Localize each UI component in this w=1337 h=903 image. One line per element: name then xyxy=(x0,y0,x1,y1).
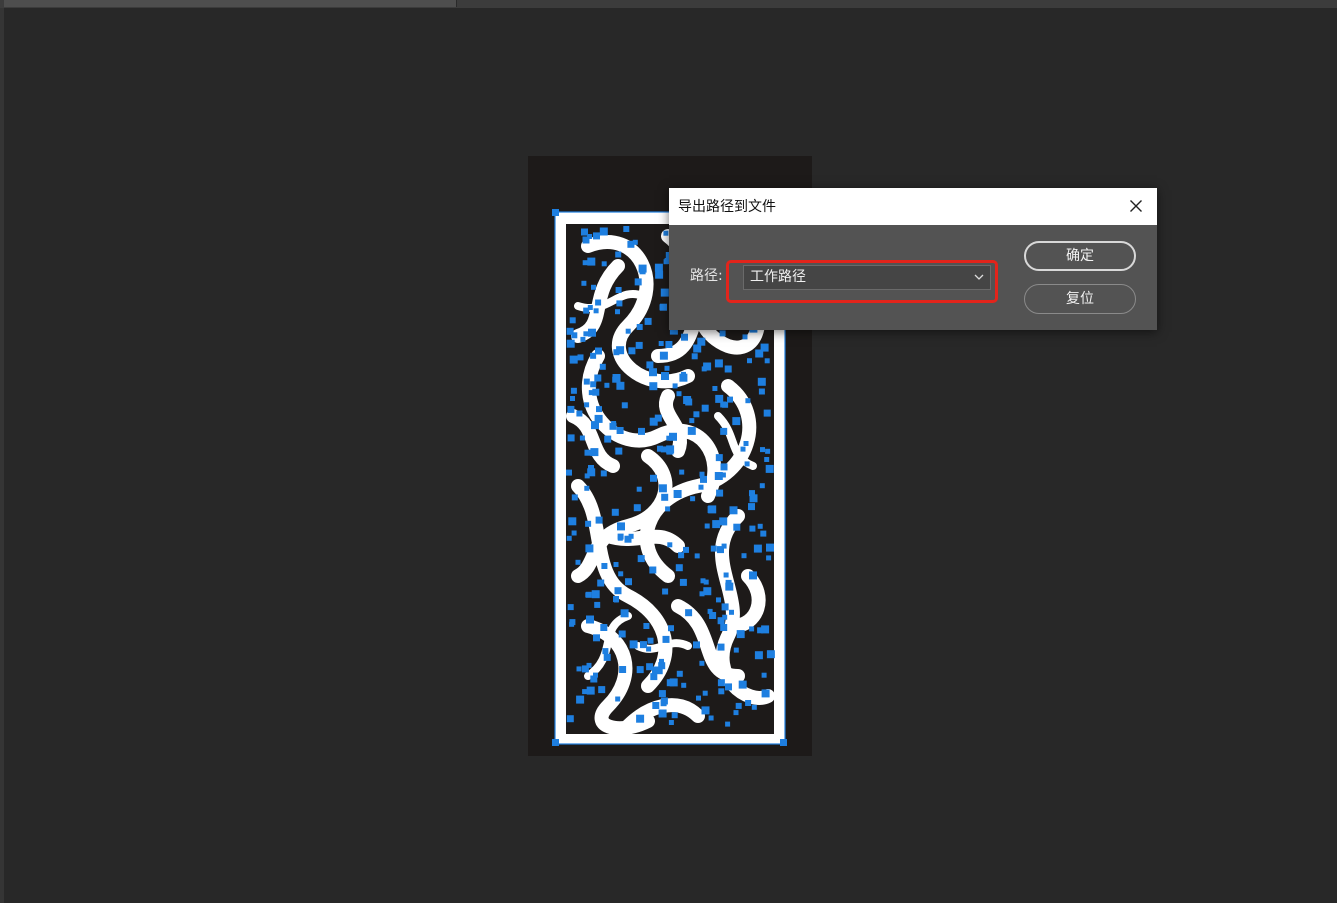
dialog-titlebar[interactable]: 导出路径到文件 xyxy=(669,188,1157,225)
path-select-value: 工作路径 xyxy=(750,269,806,285)
chevron-down-icon xyxy=(974,274,984,280)
path-select[interactable]: 工作路径 xyxy=(743,265,991,290)
document-tab-bar xyxy=(0,0,1337,8)
export-paths-dialog: 导出路径到文件 路径: 工作路径 确定 复位 xyxy=(669,188,1157,330)
document-tab[interactable] xyxy=(4,0,457,7)
close-button[interactable] xyxy=(1124,194,1148,218)
dialog-title: 导出路径到文件 xyxy=(678,199,776,215)
ok-button[interactable]: 确定 xyxy=(1024,241,1136,271)
close-icon xyxy=(1130,200,1142,212)
reset-button[interactable]: 复位 xyxy=(1024,284,1136,314)
path-label: 路径: xyxy=(690,268,723,284)
photoshop-window: 导出路径到文件 路径: 工作路径 确定 复位 xyxy=(0,0,1337,903)
